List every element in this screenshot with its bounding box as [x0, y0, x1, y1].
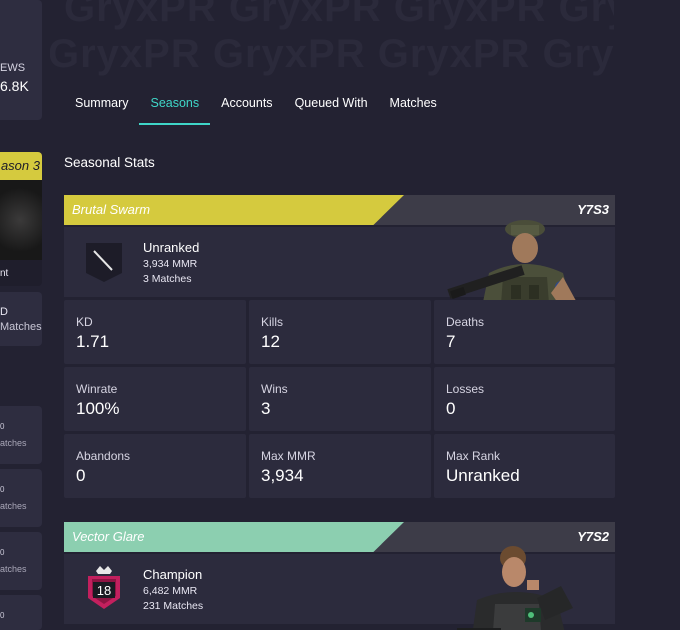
stat-label: Wins: [261, 382, 288, 396]
stat-label: KD: [76, 315, 93, 329]
stat-value: 3,934: [261, 466, 304, 485]
tab-seasons[interactable]: Seasons: [139, 90, 210, 125]
stat-value: 0: [446, 399, 456, 418]
rank-mmr: 3,934 MMR: [143, 258, 198, 270]
section-title: Seasonal Stats: [64, 155, 155, 170]
stat-value: 100%: [76, 399, 120, 418]
stat-label: Kills: [261, 315, 284, 329]
stat-label: atches: [0, 501, 27, 511]
stat-wins: Wins 3: [249, 367, 431, 431]
stat-losses: Losses 0: [434, 367, 615, 431]
operator-portrait-icon: [457, 546, 573, 630]
sidebar-stat-card[interactable]: 0 atches: [0, 469, 42, 527]
stat-label: Winrate: [76, 382, 118, 396]
season-name: Vector Glare: [72, 529, 145, 544]
stat-value: 0: [0, 611, 5, 620]
stat-abandons: Abandons 0: [64, 434, 246, 498]
sidebar-stat-card[interactable]: 0 atches: [0, 406, 42, 464]
rank-mmr: 6,482 MMR: [143, 585, 198, 597]
stat-value: 0: [76, 466, 86, 485]
season-card-brutal-swarm: Brutal Swarm Y7S3 Unranked 3,934 MMR 3 M…: [64, 195, 615, 498]
kd-matches: Matches: [0, 321, 42, 333]
season-rank-image: [0, 180, 42, 260]
rank-matches: 231 Matches: [143, 600, 204, 612]
stat-max-rank: Max Rank Unranked: [434, 434, 615, 498]
stat-label: Max Rank: [446, 449, 501, 463]
stat-label: Max MMR: [261, 449, 316, 463]
sidebar-stat-card[interactable]: 0 atches: [0, 532, 42, 590]
views-label: EWS: [0, 62, 26, 74]
views-value: 6.8K: [0, 78, 29, 94]
stat-label: Deaths: [446, 315, 485, 329]
champion-rank-number: 18: [97, 583, 111, 598]
stat-value: 0: [0, 422, 5, 431]
rank-name: Champion: [143, 567, 203, 582]
stat-max-mmr: Max MMR 3,934: [249, 434, 431, 498]
stat-value: 0: [0, 485, 5, 494]
season-label: ason 3: [0, 152, 42, 180]
stat-value: 12: [261, 332, 280, 351]
stat-kd: KD 1.71: [64, 300, 246, 364]
stat-label: atches: [0, 438, 27, 448]
kd-label: D: [0, 306, 8, 318]
season-rank-text: nt: [0, 268, 9, 279]
stat-label: Abandons: [76, 449, 131, 463]
sidebar-stat-card[interactable]: 0: [0, 595, 42, 630]
stat-value: 3: [261, 399, 271, 418]
stat-value: 1.71: [76, 332, 110, 351]
stat-deaths: Deaths 7: [434, 300, 615, 364]
tab-matches[interactable]: Matches: [379, 90, 448, 125]
tab-queued-with[interactable]: Queued With: [284, 90, 379, 125]
stat-kills: Kills 12: [249, 300, 431, 364]
season-rank-row: Unranked 3,934 MMR 3 Matches: [64, 220, 615, 331]
rank-name: Unranked: [143, 240, 200, 255]
season-name: Brutal Swarm: [72, 202, 151, 217]
rank-matches: 3 Matches: [143, 273, 192, 285]
season-stats-grid: KD 1.71 Kills 12 Deaths 7 Winrate 100% W…: [64, 300, 615, 498]
watermark-text: GryxPR GryxPR GryxPR GryxPR: [64, 0, 614, 30]
stat-winrate: Winrate 100%: [64, 367, 246, 431]
stat-label: Losses: [446, 382, 485, 396]
champion-rank-icon: 18: [88, 566, 120, 609]
unranked-icon: [86, 243, 122, 282]
kd-card: D Matches: [0, 292, 42, 346]
tab-accounts[interactable]: Accounts: [210, 90, 283, 125]
stat-value: Unranked: [446, 466, 520, 485]
season-rank-row: 18 Champion 6,482 MMR 231 Matches: [64, 546, 615, 630]
season-card-vector-glare: Vector Glare Y7S2 18 Champion 6,482 MMR …: [64, 522, 615, 630]
profile-hero-banner: GryxPR GryxPR GryxPR GryxPR GryxPR GryxP…: [50, 0, 614, 82]
stat-value: 7: [446, 332, 456, 351]
tab-summary[interactable]: Summary: [64, 90, 139, 125]
watermark-text: GryxPR GryxPR GryxPR GryxPR: [50, 32, 614, 76]
stat-label: atches: [0, 564, 27, 574]
profile-sidebar: EWS 6.8K ason 3 nt D Matches 0 atches 0 …: [0, 0, 50, 630]
views-card: EWS 6.8K: [0, 0, 42, 120]
profile-tabs: Summary Seasons Accounts Queued With Mat…: [64, 90, 448, 126]
stat-value: 0: [0, 548, 5, 557]
current-season-card[interactable]: ason 3 nt: [0, 152, 42, 286]
